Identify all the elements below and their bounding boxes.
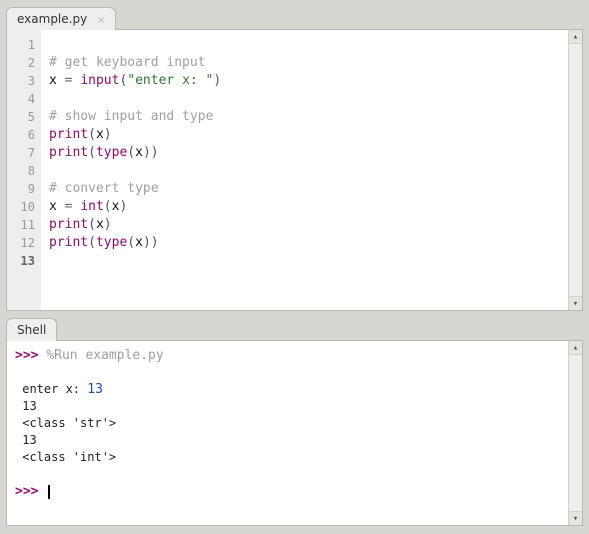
code-token: "enter x: " — [127, 73, 213, 88]
shell-tab-label: Shell — [17, 323, 46, 337]
shell-line: <class 'str'> — [15, 415, 560, 432]
scroll-up-icon[interactable]: ▴ — [569, 30, 582, 44]
code-token: # show input and type — [49, 109, 213, 124]
line-number: 8 — [11, 162, 35, 180]
shell-line: >>> %Run example.py — [15, 347, 560, 364]
line-number: 3 — [11, 72, 35, 90]
code-token: ( — [127, 235, 135, 250]
code-area[interactable]: # get keyboard input x = input("enter x: … — [41, 30, 568, 310]
editor-panel: example.py × 12345678910111213 # get key… — [6, 6, 583, 311]
code-token: print — [49, 145, 88, 160]
line-number: 10 — [11, 198, 35, 216]
shell-prompt: >>> — [15, 484, 38, 499]
code-token: x — [96, 127, 104, 142]
code-token: ) — [104, 217, 112, 232]
shell-line: <class 'int'> — [15, 449, 560, 466]
shell-text: <class 'int'> — [15, 450, 116, 464]
code-token: # convert type — [49, 181, 159, 196]
code-token: ( — [88, 127, 96, 142]
shell-text: <class 'str'> — [15, 416, 116, 430]
code-token: input — [80, 73, 119, 88]
code-line[interactable]: # show input and type — [49, 108, 560, 126]
code-line[interactable]: print(type(x)) — [49, 234, 560, 252]
line-number: 4 — [11, 90, 35, 108]
shell-text: 13 — [15, 433, 37, 447]
code-token: ( — [88, 235, 96, 250]
shell-line — [15, 466, 560, 483]
shell-text: enter x: — [15, 382, 87, 396]
editor-tab[interactable]: example.py × — [6, 7, 116, 30]
cursor — [48, 485, 50, 499]
editor-tab-label: example.py — [17, 12, 87, 26]
editor-area[interactable]: 12345678910111213 # get keyboard inputx … — [6, 29, 583, 311]
line-number: 6 — [11, 126, 35, 144]
code-line[interactable]: print(x) — [49, 216, 560, 234]
code-token: x — [49, 199, 65, 214]
close-icon[interactable]: × — [97, 15, 105, 26]
scroll-down-icon[interactable]: ▾ — [569, 296, 582, 310]
code-token: x — [135, 235, 143, 250]
code-token: ( — [104, 199, 112, 214]
code-token: x — [135, 145, 143, 160]
code-token: )) — [143, 235, 159, 250]
code-token: print — [49, 235, 88, 250]
code-token: )) — [143, 145, 159, 160]
code-token: ( — [88, 217, 96, 232]
code-token: ) — [213, 73, 221, 88]
code-line[interactable] — [49, 90, 560, 108]
line-number: 12 — [11, 234, 35, 252]
code-token: ) — [119, 199, 127, 214]
code-token: print — [49, 127, 88, 142]
shell-line: >>> — [15, 483, 560, 500]
shell-line: enter x: 13 — [15, 381, 560, 398]
code-token: ) — [104, 127, 112, 142]
code-line[interactable] — [49, 162, 560, 180]
code-token: int — [80, 199, 103, 214]
code-line[interactable]: print(type(x)) — [49, 144, 560, 162]
code-line[interactable]: x = input("enter x: ") — [49, 72, 560, 90]
shell-line: 13 — [15, 432, 560, 449]
code-token: # get keyboard input — [49, 55, 206, 70]
code-line[interactable]: x = int(x) — [49, 198, 560, 216]
code-token: type — [96, 235, 127, 250]
code-token: ( — [88, 145, 96, 160]
code-line[interactable]: print(x) — [49, 126, 560, 144]
code-token: print — [49, 217, 88, 232]
line-number: 1 — [11, 36, 35, 54]
scroll-down-icon[interactable]: ▾ — [569, 511, 582, 525]
shell-area[interactable]: >>> %Run example.py enter x: 13 13 <clas… — [6, 340, 583, 526]
code-token: type — [96, 145, 127, 160]
shell-tab[interactable]: Shell — [6, 318, 57, 341]
shell-text: 13 — [15, 399, 37, 413]
code-token: x — [49, 73, 65, 88]
scroll-up-icon[interactable]: ▴ — [569, 341, 582, 355]
code-token: x — [96, 217, 104, 232]
line-number: 5 — [11, 108, 35, 126]
editor-scrollbar[interactable]: ▴ ▾ — [568, 30, 582, 310]
shell-line — [15, 364, 560, 381]
shell-line: 13 — [15, 398, 560, 415]
line-number: 7 — [11, 144, 35, 162]
code-token: ( — [127, 145, 135, 160]
shell-output[interactable]: >>> %Run example.py enter x: 13 13 <clas… — [7, 341, 568, 508]
line-number: 11 — [11, 216, 35, 234]
code-line[interactable] — [49, 36, 560, 54]
shell-panel: Shell >>> %Run example.py enter x: 13 13… — [6, 317, 583, 526]
shell-run-command: %Run example.py — [46, 348, 163, 363]
line-gutter: 12345678910111213 — [7, 30, 41, 310]
shell-user-input: 13 — [87, 382, 103, 397]
line-number: 13 — [11, 252, 35, 270]
code-line[interactable]: # get keyboard input — [49, 54, 560, 72]
shell-prompt: >>> — [15, 348, 38, 363]
shell-scrollbar[interactable]: ▴ ▾ — [568, 341, 582, 525]
line-number: 2 — [11, 54, 35, 72]
code-line[interactable] — [49, 252, 560, 270]
code-line[interactable]: # convert type — [49, 180, 560, 198]
line-number: 9 — [11, 180, 35, 198]
